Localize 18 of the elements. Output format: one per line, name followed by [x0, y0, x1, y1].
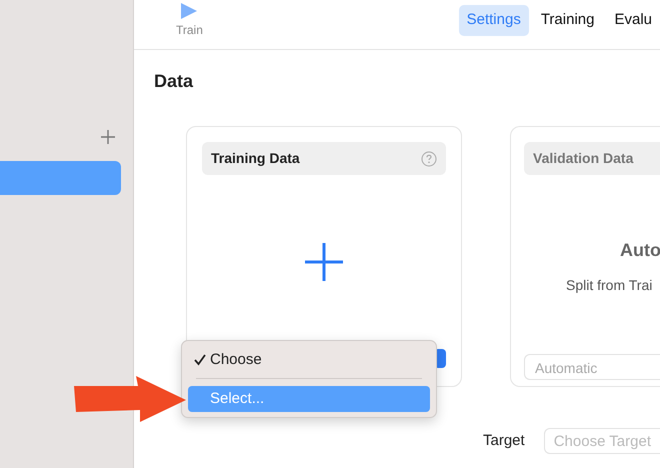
checkmark-icon — [194, 354, 206, 366]
card-subtitle: Split from Trai — [566, 276, 654, 295]
add-icon[interactable] — [305, 243, 343, 281]
target-field[interactable]: Choose Target — [544, 428, 660, 454]
tab[interactable]: Evalu — [606, 5, 660, 36]
help-icon[interactable] — [421, 150, 437, 166]
card-heading: Auto — [620, 239, 660, 262]
field-label: Target — [483, 430, 525, 451]
tab[interactable]: Training — [532, 5, 602, 36]
tab[interactable]: Settings — [458, 5, 529, 36]
add-icon[interactable] — [101, 130, 115, 144]
card-title: Validation Data — [533, 149, 634, 168]
play-icon — [180, 2, 198, 20]
menu-item[interactable]: Select... — [188, 386, 430, 412]
card-title: Training Data — [211, 149, 300, 168]
train-button[interactable]: Train — [176, 2, 203, 39]
menu-item[interactable]: Choose — [188, 347, 430, 373]
section-title: Data — [154, 70, 194, 92]
